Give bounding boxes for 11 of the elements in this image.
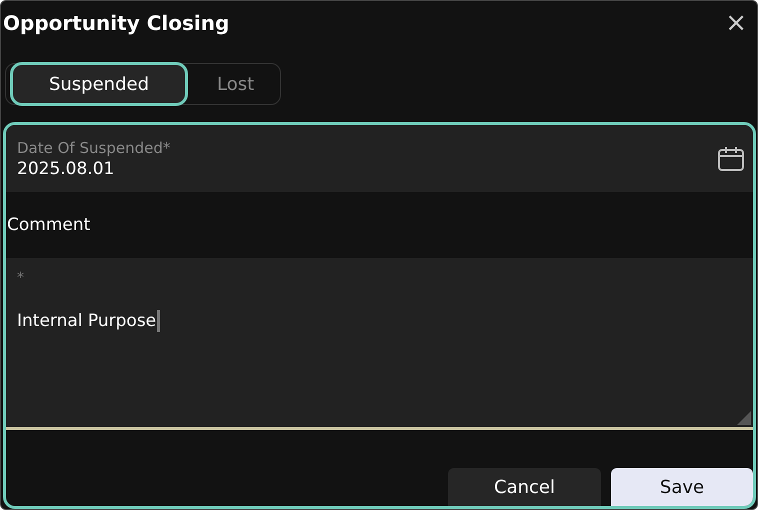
close-button[interactable]: × [719,8,753,38]
resize-handle-icon[interactable] [737,411,751,425]
save-button[interactable]: Save [611,468,753,506]
dialog-title: Opportunity Closing [3,11,230,35]
calendar-icon[interactable] [717,144,745,172]
cancel-button[interactable]: Cancel [448,468,601,506]
comment-heading: Comment [7,215,90,235]
comment-field[interactable]: * Internal Purpose [6,258,753,430]
date-field[interactable]: Date Of Suspended* 2025.08.01 [6,125,753,192]
tab[interactable]: Lost [188,62,284,106]
tab[interactable]: Suspended [10,62,188,106]
